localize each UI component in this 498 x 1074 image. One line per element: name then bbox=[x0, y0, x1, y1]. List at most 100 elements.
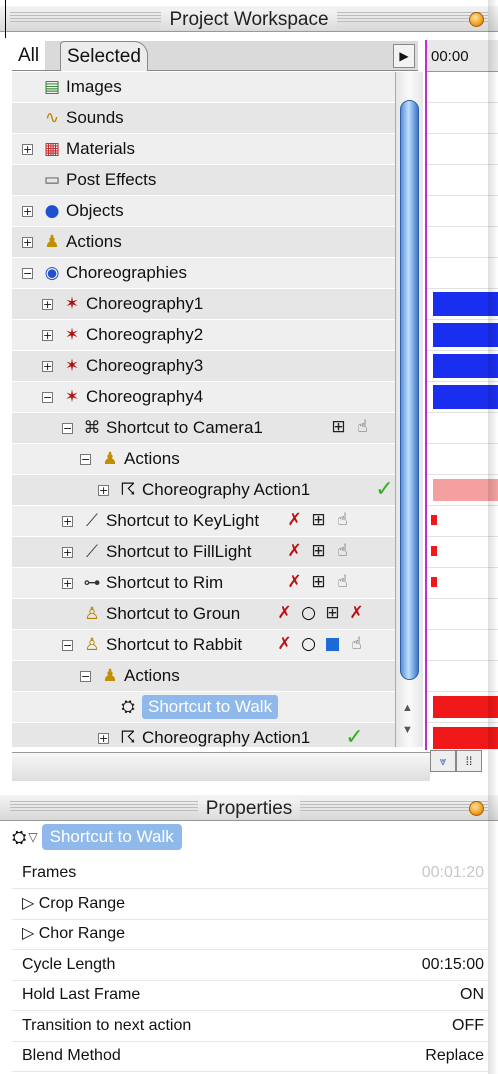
pointer-hand-icon[interactable]: ☝ bbox=[332, 510, 353, 531]
tree-item-label[interactable]: Images bbox=[66, 77, 122, 97]
pointer-hand-icon[interactable]: ☝ bbox=[332, 541, 353, 562]
property-row[interactable]: Cycle Length 00:15:00 bbox=[12, 950, 488, 981]
workspace-tree[interactable]: ▤ Images ∿ Sounds + ▦ Materials ▭ Post Effects + ●… bbox=[12, 72, 395, 747]
property-value[interactable]: Replace bbox=[425, 1041, 484, 1071]
disabled-x-icon[interactable]: ✗ bbox=[274, 603, 295, 624]
property-row[interactable]: ▷ Chor Range bbox=[12, 919, 488, 950]
tree-item-label[interactable]: Materials bbox=[66, 139, 135, 159]
disabled-x-icon[interactable]: ✗ bbox=[284, 572, 305, 593]
expander-icon[interactable]: + bbox=[62, 577, 73, 589]
bone-cube-icon[interactable]: ⊞ bbox=[308, 541, 329, 562]
timeline-range-bar[interactable] bbox=[431, 577, 437, 587]
tree-item-label[interactable]: Choreography Action1 bbox=[142, 728, 310, 747]
tree-row[interactable]: + ▦ Materials bbox=[12, 134, 395, 165]
expander-icon[interactable]: + bbox=[22, 143, 33, 155]
tree-row[interactable]: ▤ Images bbox=[12, 72, 395, 103]
tab-all[interactable]: All bbox=[12, 41, 46, 70]
enabled-check-icon[interactable]: ✓ bbox=[344, 727, 365, 748]
expander-icon[interactable]: − bbox=[22, 267, 33, 279]
property-row[interactable]: Hold Last Frame ON bbox=[12, 980, 488, 1011]
tree-item-label[interactable]: Shortcut to Camera1 bbox=[106, 418, 263, 438]
tree-item-label[interactable]: Choreography4 bbox=[86, 387, 203, 407]
tree-item-label[interactable]: Actions bbox=[124, 449, 180, 469]
tree-row[interactable]: ♙ Shortcut to Groun ✗ ○ ⊞ ✗ bbox=[12, 599, 395, 630]
scroll-up-arrow-icon[interactable]: ▲ bbox=[402, 702, 413, 714]
tree-row[interactable]: + ♟ Actions bbox=[12, 227, 395, 258]
collapse-orb-icon[interactable] bbox=[469, 12, 484, 27]
tree-row[interactable]: + ✶ Choreography2 bbox=[12, 320, 395, 351]
expander-icon[interactable]: + bbox=[62, 546, 73, 558]
tree-item-label[interactable]: Shortcut to Rabbit bbox=[106, 635, 242, 655]
expander-icon[interactable]: + bbox=[42, 298, 53, 310]
tree-item-label[interactable]: Sounds bbox=[66, 108, 124, 128]
tab-selected[interactable]: Selected bbox=[60, 41, 148, 71]
tree-item-label[interactable]: Objects bbox=[66, 201, 124, 221]
selected-object-name[interactable]: Shortcut to Walk bbox=[41, 824, 182, 850]
disabled-x-icon[interactable]: ✗ bbox=[274, 634, 295, 655]
tree-item-label[interactable]: Shortcut to FillLight bbox=[106, 542, 252, 562]
property-value[interactable]: 00:15:00 bbox=[422, 950, 484, 980]
timeline-zoom-icon[interactable]: ⩔ bbox=[430, 750, 456, 772]
tree-item-label[interactable]: Choreography1 bbox=[86, 294, 203, 314]
disabled-x-icon[interactable]: ✗ bbox=[346, 603, 367, 624]
tree-item-label[interactable]: Actions bbox=[124, 666, 180, 686]
properties-collapse-orb-icon[interactable] bbox=[469, 801, 484, 816]
property-row[interactable]: ▷ Crop Range bbox=[12, 889, 488, 920]
tree-row[interactable]: + ✶ Choreography1 bbox=[12, 289, 395, 320]
property-value[interactable]: ON bbox=[460, 980, 484, 1010]
tree-row[interactable]: ▭ Post Effects bbox=[12, 165, 395, 196]
tree-row[interactable]: − ♟ Actions bbox=[12, 444, 395, 475]
tree-row[interactable]: + ● Objects bbox=[12, 196, 395, 227]
tree-item-label[interactable]: Choreography Action1 bbox=[142, 480, 310, 500]
tree-row[interactable]: + ⊶ Shortcut to Rim ✗ ⊞ ☝ bbox=[12, 568, 395, 599]
tree-item-label[interactable]: Choreography3 bbox=[86, 356, 203, 376]
tree-row[interactable]: − ◉ Choreographies bbox=[12, 258, 395, 289]
expander-icon[interactable]: + bbox=[22, 236, 33, 248]
tree-row[interactable]: ∿ Sounds bbox=[12, 103, 395, 134]
bone-cube-icon[interactable]: ⊞ bbox=[322, 603, 343, 624]
tree-row[interactable]: + ⟋ Shortcut to FillLight ✗ ⊞ ☝ bbox=[12, 537, 395, 568]
visibility-circle-icon[interactable]: ○ bbox=[298, 603, 319, 624]
scroll-down-arrow-icon[interactable]: ▼ bbox=[402, 724, 413, 736]
tree-row[interactable]: ⛭ Shortcut to Walk bbox=[12, 692, 395, 723]
expander-icon[interactable]: − bbox=[42, 391, 53, 403]
tree-item-label-selected[interactable]: Shortcut to Walk bbox=[142, 695, 279, 719]
tree-row[interactable]: + ☈ Choreography Action1 ✓ bbox=[12, 723, 395, 747]
tree-row[interactable]: + ⟋ Shortcut to KeyLight ✗ ⊞ ☝ bbox=[12, 506, 395, 537]
properties-title-bar[interactable]: Properties bbox=[0, 795, 498, 821]
tree-item-label[interactable]: Choreography2 bbox=[86, 325, 203, 345]
selection-dropdown-icon[interactable]: ▽ bbox=[28, 830, 37, 844]
expander-icon[interactable]: − bbox=[80, 453, 91, 465]
tree-row[interactable]: + ☈ Choreography Action1 ✓ bbox=[12, 475, 395, 506]
disabled-x-icon[interactable]: ✗ bbox=[284, 510, 305, 531]
pointer-hand-icon[interactable]: ☝ bbox=[346, 634, 367, 655]
tree-row[interactable]: − ⌘ Shortcut to Camera1 ⊞ ☝ bbox=[12, 413, 395, 444]
timeline-range-bar[interactable] bbox=[431, 546, 437, 556]
expander-icon[interactable]: + bbox=[42, 360, 53, 372]
pointer-hand-icon[interactable]: ☝ bbox=[352, 417, 373, 438]
expander-icon[interactable]: − bbox=[62, 422, 73, 434]
enabled-check-icon[interactable]: ✓ bbox=[374, 479, 395, 501]
timeline-options-icon[interactable]: ⁞⁞ bbox=[456, 750, 482, 772]
tree-item-label[interactable]: Post Effects bbox=[66, 170, 156, 190]
property-row[interactable]: Frames 00:01:20 bbox=[12, 858, 488, 889]
expander-icon[interactable]: + bbox=[22, 205, 33, 217]
scrollbar-thumb[interactable] bbox=[400, 100, 419, 680]
tree-row[interactable]: − ✶ Choreography4 bbox=[12, 382, 395, 413]
disabled-x-icon[interactable]: ✗ bbox=[284, 541, 305, 562]
expander-icon[interactable]: + bbox=[98, 484, 109, 496]
tree-item-label[interactable]: Choreographies bbox=[66, 263, 187, 283]
tab-scroll-right-button[interactable]: ▶ bbox=[393, 44, 415, 68]
bone-cube-icon[interactable]: ⊞ bbox=[308, 510, 329, 531]
bone-cube-icon[interactable]: ⊞ bbox=[328, 417, 349, 438]
expander-icon[interactable]: + bbox=[62, 515, 73, 527]
property-value[interactable]: 00:01:20 bbox=[422, 858, 484, 888]
workspace-title-bar[interactable]: Project Workspace bbox=[0, 6, 498, 32]
pointer-hand-icon[interactable]: ☝ bbox=[332, 572, 353, 593]
property-row[interactable]: Blend Method Replace bbox=[12, 1041, 488, 1072]
expander-icon[interactable]: − bbox=[80, 670, 91, 682]
tree-row[interactable]: + ✶ Choreography3 bbox=[12, 351, 395, 382]
property-value[interactable]: OFF bbox=[452, 1011, 484, 1041]
tree-item-label[interactable]: Shortcut to Rim bbox=[106, 573, 223, 593]
tree-item-label[interactable]: Actions bbox=[66, 232, 122, 252]
